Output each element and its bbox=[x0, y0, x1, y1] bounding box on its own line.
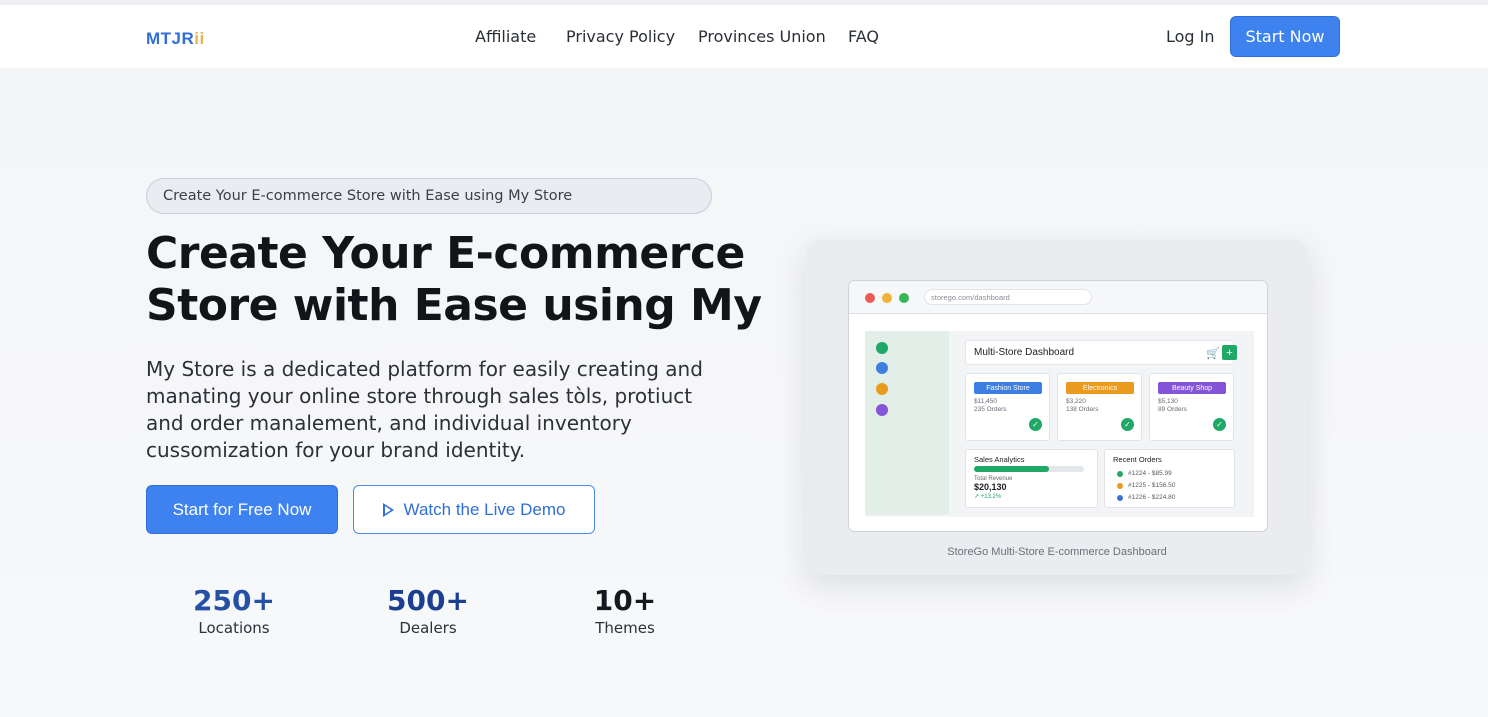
watch-demo-button[interactable]: Watch the Live Demo bbox=[353, 485, 595, 534]
store-card-beauty: Beauty Shop $5,130 89 Orders ✓ bbox=[1149, 373, 1234, 441]
order-item: #1224 - $85.99 bbox=[1117, 470, 1172, 477]
dashboard-header: Multi-Store Dashboard 🛒 + bbox=[965, 340, 1237, 365]
recent-orders-panel: Recent Orders #1224 - $85.99 #1225 - $15… bbox=[1104, 449, 1235, 508]
browser-toolbar: storego.com/dashboard bbox=[849, 281, 1267, 314]
nav-link-privacy-policy[interactable]: Privacy Policy bbox=[566, 27, 675, 46]
stat-value: 10+ bbox=[593, 584, 657, 617]
order-status-dot-icon bbox=[1117, 482, 1123, 489]
order-item: #1225 - $156.50 bbox=[1117, 482, 1175, 489]
minimize-dot-icon bbox=[882, 293, 892, 303]
check-icon: ✓ bbox=[1121, 418, 1134, 431]
stat-value: 250+ bbox=[193, 584, 275, 617]
order-text: #1226 - $224.80 bbox=[1128, 494, 1176, 501]
add-store-button: + bbox=[1222, 345, 1237, 360]
hero-pill: Create Your E-commerce Store with Ease u… bbox=[146, 178, 712, 214]
hero-description: My Store is a dedicated platform for eas… bbox=[146, 357, 703, 462]
sales-progress-fill bbox=[974, 466, 1049, 472]
nav-link-affiliate[interactable]: Affiliate bbox=[475, 27, 536, 46]
order-status-dot-icon bbox=[1117, 494, 1123, 501]
nav-link-provinces-union[interactable]: Provinces Union bbox=[698, 27, 826, 46]
store-tag: Beauty Shop bbox=[1158, 382, 1226, 394]
store-revenue: $3,220 bbox=[1066, 398, 1086, 405]
dashboard-sidebar bbox=[865, 331, 949, 515]
stat-themes: 10+ Themes bbox=[545, 584, 705, 637]
sales-analytics-title: Sales Analytics bbox=[974, 455, 1025, 464]
check-icon: ✓ bbox=[1029, 418, 1042, 431]
start-now-button[interactable]: Start Now bbox=[1230, 16, 1340, 57]
store-revenue: $11,450 bbox=[974, 398, 998, 405]
maximize-dot-icon bbox=[899, 293, 909, 303]
order-item: #1226 - $224.80 bbox=[1117, 494, 1175, 501]
stat-locations: 250+ Locations bbox=[154, 584, 314, 637]
sales-progress-bar bbox=[974, 466, 1084, 472]
store-orders: 138 Orders bbox=[1066, 406, 1099, 413]
stat-label: Locations bbox=[198, 619, 270, 637]
url-bar: storego.com/dashboard bbox=[924, 289, 1092, 305]
store-tag: Fashion Store bbox=[974, 382, 1042, 394]
order-text: #1225 - $156.50 bbox=[1128, 482, 1176, 489]
store-orders: 89 Orders bbox=[1158, 406, 1187, 413]
hero-headline: Create Your E-commerce Store with Ease u… bbox=[146, 228, 766, 332]
hero-headline-line1: Create Your E-commerce bbox=[146, 228, 745, 279]
hero-headline-line2: Store with Ease using My bbox=[146, 280, 762, 331]
preview-caption: StoreGo Multi-Store E-commerce Dashboard bbox=[947, 546, 1167, 558]
store-revenue: $5,130 bbox=[1158, 398, 1178, 405]
navbar: MTJRii Affiliate Privacy Policy Province… bbox=[0, 5, 1488, 68]
logo[interactable]: MTJRii bbox=[146, 29, 205, 49]
recent-orders-title: Recent Orders bbox=[1113, 455, 1162, 464]
nav-link-faq[interactable]: FAQ bbox=[848, 27, 879, 46]
hero-pill-text: Create Your E-commerce Store with Ease u… bbox=[163, 188, 573, 204]
store-card-fashion: Fashion Store $11,450 235 Orders ✓ bbox=[965, 373, 1050, 441]
revenue-value: $20,130 bbox=[974, 482, 1007, 492]
order-text: #1224 - $85.99 bbox=[1128, 470, 1172, 477]
sidebar-settings-icon bbox=[876, 404, 888, 416]
start-free-button[interactable]: Start for Free Now bbox=[146, 485, 338, 534]
sidebar-home-icon bbox=[876, 342, 888, 354]
stat-dealers: 500+ Dealers bbox=[348, 584, 508, 637]
sidebar-store-icon bbox=[876, 362, 888, 374]
cart-icon: 🛒 bbox=[1206, 348, 1220, 360]
sales-analytics-panel: Sales Analytics Total Revenue $20,130 ↗ … bbox=[965, 449, 1098, 508]
store-card-electronics: Electronics $3,220 138 Orders ✓ bbox=[1057, 373, 1142, 441]
order-status-dot-icon bbox=[1117, 470, 1123, 477]
play-icon bbox=[382, 502, 394, 517]
close-dot-icon bbox=[865, 293, 875, 303]
stat-label: Themes bbox=[595, 619, 655, 637]
stat-label: Dealers bbox=[399, 619, 457, 637]
revenue-change: ↗ +13.2% bbox=[974, 494, 1002, 500]
store-tag: Electronics bbox=[1066, 382, 1134, 394]
browser-mockup: storego.com/dashboard Multi-Store Dashbo… bbox=[848, 280, 1268, 532]
logo-text: MTJR bbox=[146, 29, 195, 48]
login-link[interactable]: Log In bbox=[1166, 27, 1215, 46]
stat-value: 500+ bbox=[387, 584, 469, 617]
logo-accent: ii bbox=[194, 29, 205, 48]
watch-demo-label: Watch the Live Demo bbox=[403, 499, 566, 519]
dashboard-preview: storego.com/dashboard Multi-Store Dashbo… bbox=[806, 240, 1308, 575]
check-icon: ✓ bbox=[1213, 418, 1226, 431]
dashboard-body: Multi-Store Dashboard 🛒 + Fashion Store … bbox=[865, 331, 1254, 517]
store-orders: 235 Orders bbox=[974, 406, 1007, 413]
sidebar-orders-icon bbox=[876, 383, 888, 395]
dashboard-title: Multi-Store Dashboard bbox=[974, 347, 1075, 358]
